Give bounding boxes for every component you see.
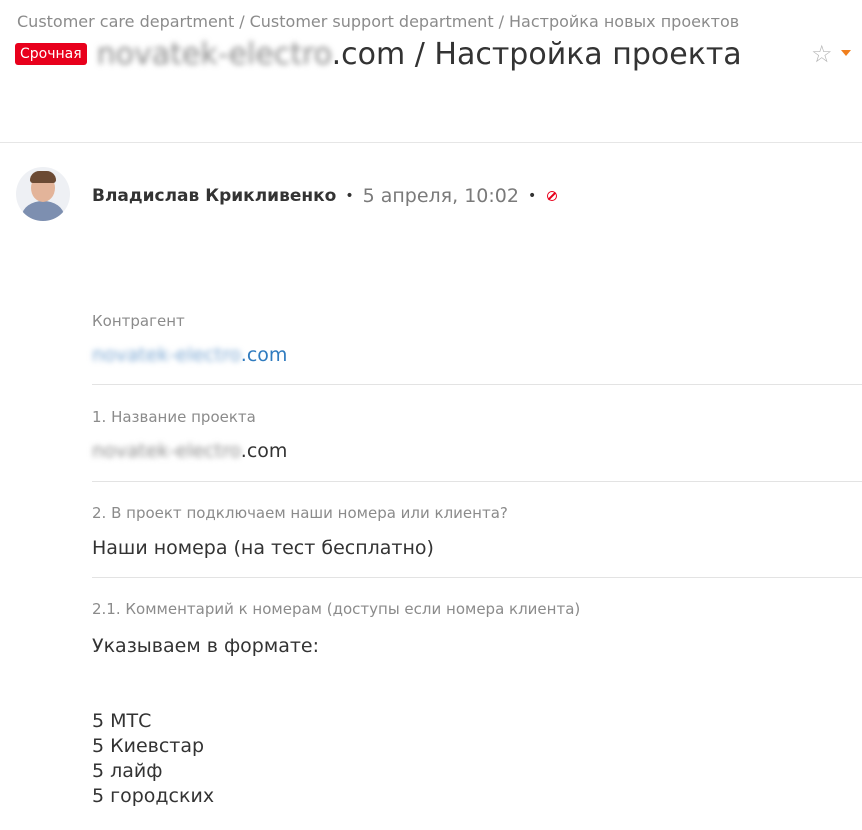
field-project-name-value: novatek-electro.com bbox=[92, 440, 862, 462]
project-name-blurred: novatek-electro bbox=[92, 440, 241, 462]
field-divider bbox=[92, 577, 862, 578]
separator-dot: • bbox=[345, 188, 354, 204]
separator-dot: • bbox=[527, 188, 537, 204]
comment-meta: Владислав Крикливенко • 5 апреля, 10:02 … bbox=[92, 182, 558, 210]
project-name-suffix: .com bbox=[240, 440, 288, 462]
comment-line: 5 городских bbox=[92, 785, 215, 807]
title-domain-suffix: .com bbox=[331, 36, 406, 72]
numbers-comment-value: Указываем в формате: 5 МТС 5 Киевстар 5 … bbox=[92, 634, 862, 809]
comment-timestamp: 5 апреля, 10:02 bbox=[362, 185, 519, 207]
breadcrumb-item-new-projects[interactable]: Настройка новых проектов bbox=[509, 12, 739, 31]
avatar[interactable] bbox=[16, 167, 70, 221]
field-counterparty: Контрагент bbox=[92, 312, 862, 330]
field-label: 2. В проект подключаем наши номера или к… bbox=[92, 504, 508, 522]
comment-line-blank bbox=[92, 659, 862, 684]
block-icon[interactable] bbox=[547, 191, 558, 201]
breadcrumb-separator: / bbox=[239, 12, 245, 31]
header-divider bbox=[0, 142, 862, 143]
author-name[interactable]: Владислав Крикливенко bbox=[92, 186, 336, 206]
field-divider bbox=[92, 384, 862, 385]
comment-line: 5 МТС bbox=[92, 710, 152, 732]
title-row: Срочная novatek-electro.com / Настройка … bbox=[15, 36, 742, 72]
avatar-body bbox=[22, 201, 64, 221]
field-counterparty-value: novatek-electro.com bbox=[92, 344, 862, 366]
comment-line-blank bbox=[92, 684, 862, 709]
project-name-value: novatek-electro.com bbox=[92, 440, 287, 462]
breadcrumb-item-customer-care[interactable]: Customer care department bbox=[17, 12, 234, 31]
breadcrumb-separator: / bbox=[498, 12, 504, 31]
title-domain-blurred: novatek-electro bbox=[96, 36, 332, 72]
comment-line: Указываем в формате: bbox=[92, 635, 320, 657]
field-numbers-source: 2. В проект подключаем наши номера или к… bbox=[92, 504, 862, 522]
field-numbers-source-value: Наши номера (на тест бесплатно) bbox=[92, 537, 862, 559]
task-page: Customer care department / Customer suppor… bbox=[0, 0, 862, 830]
field-numbers-comment: 2.1. Комментарий к номерам (доступы если… bbox=[92, 600, 862, 618]
comment-line: 5 лайф bbox=[92, 760, 163, 782]
counterparty-suffix: .com bbox=[240, 344, 288, 366]
counterparty-blurred: novatek-electro bbox=[92, 344, 241, 366]
urgent-badge: Срочная bbox=[15, 43, 87, 65]
field-project-name: 1. Название проекта bbox=[92, 408, 862, 426]
field-divider bbox=[92, 481, 862, 482]
breadcrumb-item-customer-support[interactable]: Customer support department bbox=[250, 12, 494, 31]
star-outline-icon[interactable]: ☆ bbox=[811, 40, 833, 68]
field-label: Контрагент bbox=[92, 312, 185, 330]
page-title: novatek-electro.com / Настройка проекта bbox=[97, 37, 742, 72]
counterparty-link[interactable]: novatek-electro.com bbox=[92, 344, 287, 366]
avatar-hair bbox=[30, 171, 56, 183]
field-label: 2.1. Комментарий к номерам (доступы если… bbox=[92, 600, 581, 618]
numbers-source-value: Наши номера (на тест бесплатно) bbox=[92, 537, 434, 559]
chevron-down-icon[interactable] bbox=[841, 50, 851, 56]
field-label: 1. Название проекта bbox=[92, 408, 256, 426]
breadcrumb: Customer care department / Customer suppor… bbox=[17, 12, 739, 31]
title-rest: / Настройка проекта bbox=[405, 36, 742, 72]
comment-line: 5 Киевстар bbox=[92, 735, 205, 757]
